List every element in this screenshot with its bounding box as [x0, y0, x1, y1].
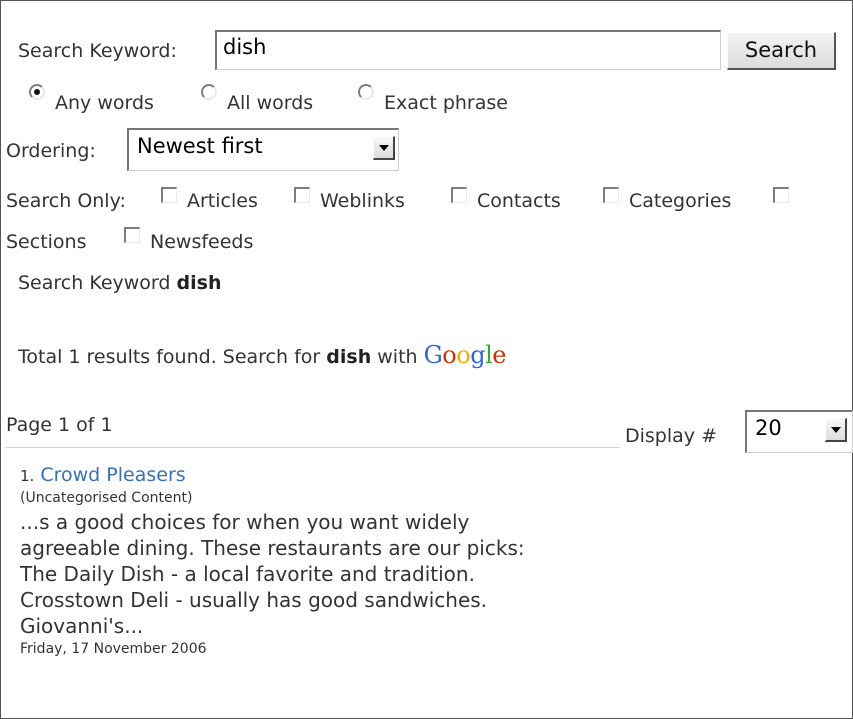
checkbox-newsfeeds[interactable] — [124, 227, 140, 243]
checkbox-weblinks-label: Weblinks — [320, 190, 405, 212]
total-results-line: Total 1 results found. Search for dish w… — [18, 341, 506, 369]
ordering-label: Ordering: — [6, 140, 96, 162]
checkbox-newsfeeds-label: Newsfeeds — [150, 231, 254, 253]
ordering-value: Newest first — [137, 134, 263, 158]
display-count-select[interactable]: 20 — [745, 410, 853, 453]
search-keyword-input[interactable]: dish — [215, 30, 721, 70]
display-count-label: Display # — [625, 425, 717, 447]
search-result-item: 1. Crowd Pleasers (Uncategorised Content… — [20, 464, 560, 657]
checkbox-contacts[interactable] — [451, 187, 467, 203]
page-counter: Page 1 of 1 — [6, 414, 113, 436]
checkbox-sections[interactable] — [773, 187, 789, 203]
search-page: Search Keyword: dish Search Any words Al… — [0, 0, 853, 719]
result-excerpt: ...s a good choices for when you want wi… — [20, 510, 525, 638]
result-date: Friday, 17 November 2006 — [20, 641, 207, 657]
checkbox-categories[interactable] — [603, 187, 619, 203]
display-count-value: 20 — [755, 416, 782, 440]
ordering-select[interactable]: Newest first — [127, 128, 399, 171]
radio-all-words[interactable] — [201, 84, 217, 100]
search-keyword-value: dish — [223, 35, 267, 59]
checkbox-sections-label: Sections — [6, 231, 87, 253]
search-button[interactable]: Search — [727, 32, 836, 70]
keyword-summary-term: dish — [176, 272, 222, 294]
checkbox-contacts-label: Contacts — [477, 190, 561, 212]
google-logo-letter: e — [492, 341, 506, 369]
search-only-label: Search Only: — [6, 190, 126, 212]
divider — [5, 447, 620, 448]
with-text: with — [377, 346, 418, 368]
result-number: 1. — [20, 467, 35, 485]
result-title-link[interactable]: Crowd Pleasers — [40, 464, 185, 486]
google-logo-letter: G — [423, 341, 443, 369]
radio-exact-phrase[interactable] — [358, 84, 374, 100]
keyword-summary: Search Keyword dish — [18, 272, 221, 294]
total-results-text: Total 1 results found. Search for — [18, 346, 321, 368]
radio-all-words-label: All words — [227, 92, 314, 114]
result-section: (Uncategorised Content) — [20, 490, 193, 506]
checkbox-weblinks[interactable] — [294, 187, 310, 203]
checkbox-articles[interactable] — [161, 187, 177, 203]
google-search-link[interactable]: Google — [423, 341, 507, 369]
google-logo-letter: o — [456, 341, 471, 369]
google-logo-letter: o — [442, 341, 457, 369]
ordering-dropdown-arrow-icon[interactable] — [373, 136, 395, 160]
google-logo-letter: g — [470, 341, 486, 369]
radio-any-words[interactable] — [29, 84, 45, 100]
checkbox-categories-label: Categories — [629, 190, 732, 212]
keyword-summary-prefix: Search Keyword — [18, 272, 171, 294]
total-results-keyword: dish — [326, 346, 372, 368]
radio-any-words-label: Any words — [55, 92, 154, 114]
checkbox-articles-label: Articles — [187, 190, 258, 212]
radio-exact-phrase-label: Exact phrase — [384, 92, 508, 114]
search-keyword-label: Search Keyword: — [18, 40, 177, 62]
display-dropdown-arrow-icon[interactable] — [825, 418, 847, 442]
